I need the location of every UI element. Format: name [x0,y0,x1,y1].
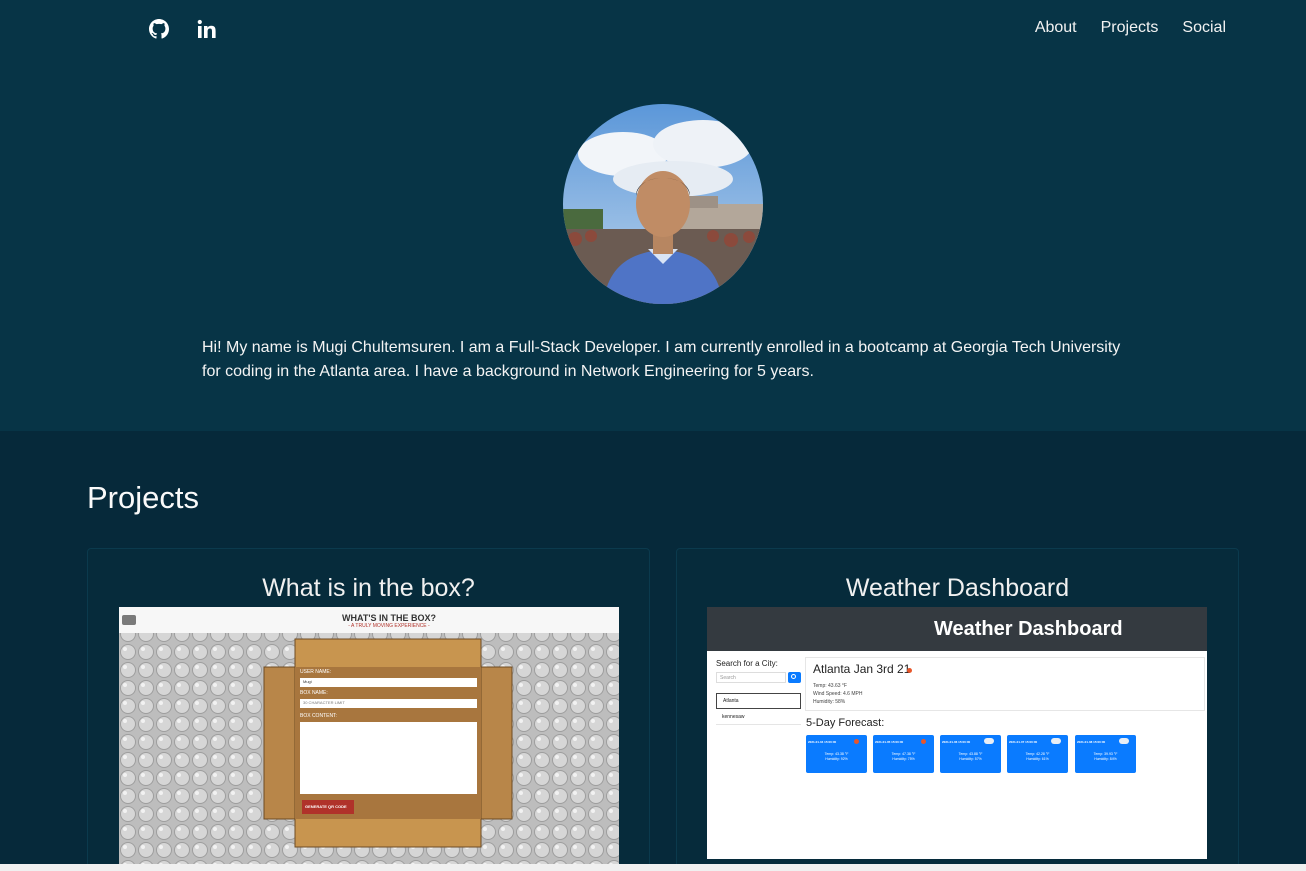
weather-wind: Wind Speed: 4.6 MPH [813,691,863,697]
weather-city-item[interactable]: kennesaw [716,711,801,725]
cloud-icon [984,738,994,744]
sun-icon [921,739,926,744]
profile-avatar [563,104,763,304]
box-generate-button[interactable]: GENERATE QR CODE [305,804,347,809]
bio-text: Hi! My name is Mugi Chultemsuren. I am a… [202,339,1121,380]
nav-link-social[interactable]: Social [1182,19,1226,37]
projects-title: Projects [87,480,199,515]
forecast-temp: Temp: 43.38 °F [824,752,849,756]
project-title: Weather Dashboard [845,574,1070,602]
project-title: What is in the box? [262,574,475,602]
snow-cloud-icon [1119,738,1129,744]
forecast-temp: Temp: 39.93 °F [1093,752,1118,756]
weather-city-item[interactable]: Atlanta [716,693,801,709]
weather-current-city: Atlanta Jan 3rd 21 [813,662,911,676]
sun-icon [854,739,859,744]
github-icon[interactable] [148,18,170,40]
horizontal-scrollbar[interactable] [0,864,1306,871]
forecast-humidity: Humidity: 61% [1026,757,1049,761]
weather-header-title: Weather Dashboard [934,618,1123,640]
forecast-humidity: Humidity: 84% [1094,757,1117,761]
forecast-date: 2021-01-05 15:00:00 [875,740,904,744]
forecast-humidity: Humidity: 57% [959,757,982,761]
nav-link-about[interactable]: About [1035,19,1077,37]
box-user-label: USER NAME: [300,669,332,675]
forecast-humidity: Humidity: 75% [892,757,915,761]
weather-search-button[interactable] [788,672,801,683]
box-name-input[interactable]: 30 CHARACTER LIMIT [303,700,345,705]
box-user-input[interactable]: Mugi [303,679,312,684]
forecast-title: 5-Day Forecast: [806,717,885,729]
forecast-date: 2021-01-07 15:00:00 [1009,740,1038,744]
forecast-temp: Temp: 42.28 °F [1025,752,1050,756]
search-icon [791,674,796,679]
snow-cloud-icon [1051,738,1061,744]
project-card-box: What is in the box? WHAT'S IN THE BOX? -… [87,548,650,871]
project-screenshot-weather[interactable]: Weather Dashboard Search for a City: Sea… [707,607,1207,859]
weather-temp: Temp: 43.63 °F [813,683,847,689]
top-nav: About Projects Social [0,0,1306,58]
box-heading: WHAT'S IN THE BOX? [342,613,436,623]
forecast-card: 2021-01-05 15:00:00 Temp: 47.38 °F Humid… [873,735,934,773]
forecast-card: 2021-01-08 15:00:00 Temp: 39.93 °F Humid… [1075,735,1136,773]
box-content-label: BOX CONTENT: [300,713,337,719]
box-subheading: - A TRULY MOVING EXPERIENCE - [348,623,430,629]
linkedin-icon[interactable] [196,18,218,40]
forecast-card: 2021-01-06 15:00:00 Temp: 43.88 °F Humid… [940,735,1001,773]
project-screenshot-box[interactable]: WHAT'S IN THE BOX? - A TRULY MOVING EXPE… [119,607,619,867]
project-card-weather: Weather Dashboard Weather Dashboard Sear… [676,548,1239,871]
box-name-label: BOX NAME: [300,690,328,696]
forecast-humidity: Humidity: 92% [825,757,848,761]
forecast-card: 2021-01-07 15:00:00 Temp: 42.28 °F Humid… [1007,735,1068,773]
forecast-temp: Temp: 43.88 °F [958,752,983,756]
forecast-card: 2021-01-04 15:00:00 Temp: 43.38 °F Humid… [806,735,867,773]
sun-icon [907,668,912,673]
forecast-date: 2021-01-04 15:00:00 [808,740,837,744]
weather-search-input[interactable]: Search [716,672,786,683]
weather-search-label: Search for a City: [716,659,778,668]
forecast-temp: Temp: 47.38 °F [891,752,916,756]
nav-link-projects[interactable]: Projects [1101,19,1159,37]
nav-links: About Projects Social [1035,19,1226,37]
forecast-date: 2021-01-06 15:00:00 [942,740,971,744]
forecast-date: 2021-01-08 15:00:00 [1077,740,1106,744]
weather-humidity: Humidity: 58% [813,699,846,705]
